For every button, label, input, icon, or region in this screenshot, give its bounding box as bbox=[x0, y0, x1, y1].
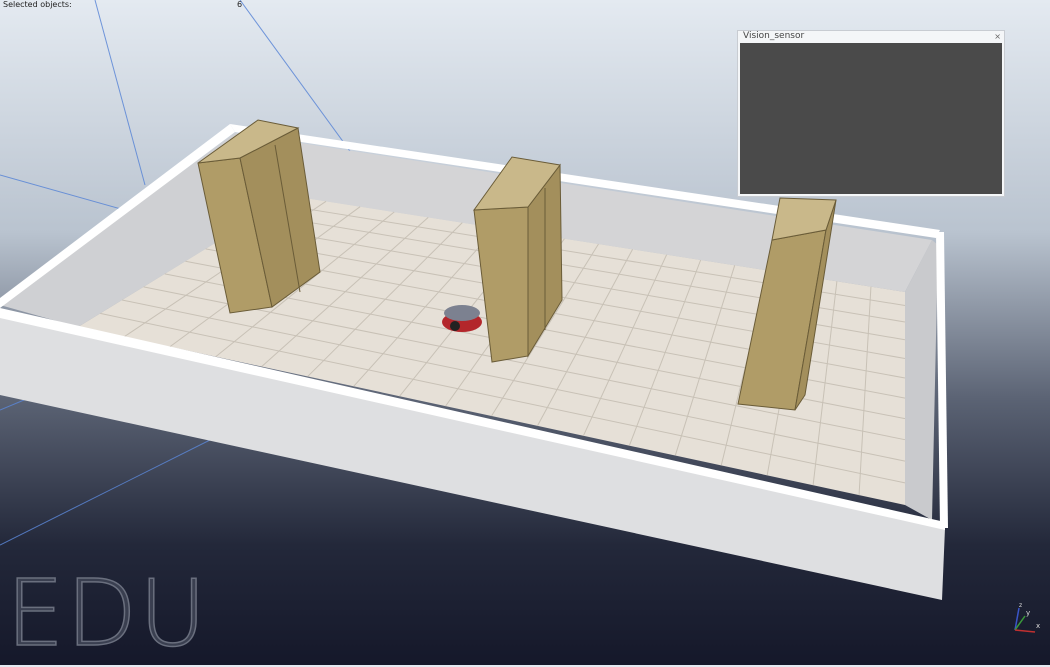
axis-label-z: z bbox=[1019, 602, 1022, 609]
right-wall-top bbox=[936, 232, 948, 528]
edu-watermark: EDU bbox=[5, 559, 209, 667]
axis-label-y: y bbox=[1026, 609, 1030, 617]
selected-count: 6 bbox=[237, 0, 243, 9]
axis-label-x: x bbox=[1036, 622, 1040, 630]
vision-sensor-image bbox=[740, 43, 1002, 194]
close-icon[interactable]: × bbox=[994, 31, 1001, 42]
vision-sensor-title: Vision_sensor bbox=[743, 31, 805, 41]
vision-sensor-window[interactable]: Vision_sensor × bbox=[737, 30, 1005, 197]
robot[interactable] bbox=[442, 305, 482, 332]
selected-objects-label: Selected objects: bbox=[3, 0, 72, 9]
axis-gizmo-icon: z y x bbox=[1014, 602, 1040, 633]
vision-sensor-titlebar[interactable]: Vision_sensor × bbox=[738, 31, 1004, 42]
